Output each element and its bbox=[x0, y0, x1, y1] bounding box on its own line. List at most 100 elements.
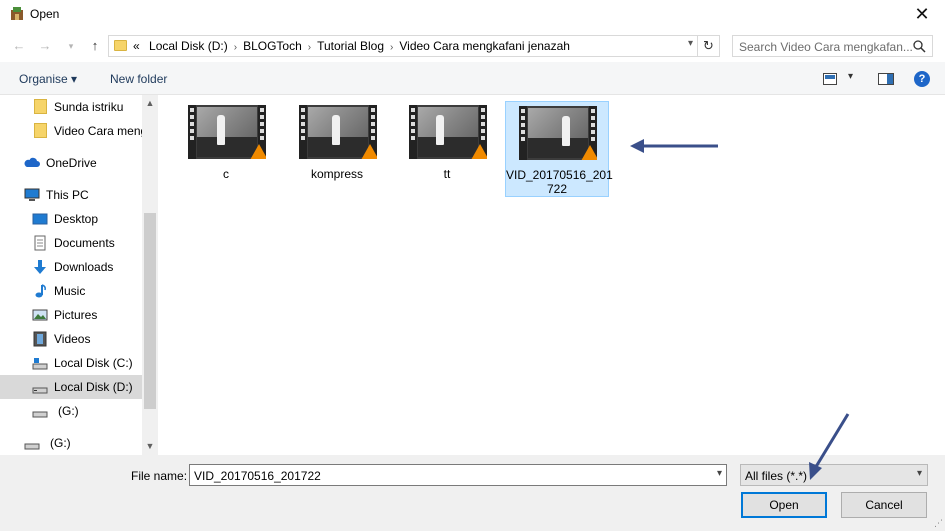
sidebar-item-desktop[interactable]: Desktop bbox=[0, 207, 142, 231]
video-thumbnail bbox=[519, 106, 597, 160]
sidebar-item-label: (G:) bbox=[50, 436, 71, 450]
annotation-arrow-icon bbox=[630, 139, 718, 153]
file-type-value: All files (*.*) bbox=[745, 469, 808, 483]
sidebar-item-label: Music bbox=[54, 284, 86, 298]
breadcrumb-overflow[interactable]: « bbox=[133, 39, 140, 53]
file-name: c bbox=[223, 167, 229, 181]
app-icon bbox=[11, 7, 23, 20]
documents-icon bbox=[34, 235, 46, 251]
sidebar-item-documents[interactable]: Documents bbox=[0, 231, 142, 255]
organise-button[interactable]: Organise ▾ bbox=[19, 72, 77, 86]
chevron-right-icon[interactable]: › bbox=[308, 42, 311, 53]
open-button[interactable]: Open bbox=[741, 492, 827, 518]
chevron-down-icon[interactable]: ▾ bbox=[717, 468, 722, 479]
close-icon: ✕ bbox=[914, 4, 930, 24]
breadcrumb: « Local Disk (D:) › BLOGToch › Tutorial Blog… bbox=[133, 39, 570, 53]
back-arrow-icon[interactable]: ← bbox=[10, 38, 28, 54]
download-icon bbox=[34, 260, 46, 274]
vlc-cone-icon bbox=[250, 144, 266, 159]
drive-icon bbox=[32, 411, 48, 418]
navigation-pane: Sunda istriku Video Cara meng OneDrive T… bbox=[0, 95, 158, 455]
sidebar-item-label: Local Disk (C:) bbox=[54, 356, 133, 370]
sidebar-item-label: Downloads bbox=[54, 260, 114, 274]
resize-grip-icon[interactable]: ⋰ bbox=[934, 518, 943, 529]
vlc-cone-icon bbox=[581, 145, 597, 160]
sidebar-item-music[interactable]: Music bbox=[0, 279, 142, 303]
folder-icon bbox=[34, 99, 47, 114]
sidebar-item-label: Videos bbox=[54, 332, 91, 346]
file-name-value: VID_20170516_201722 bbox=[194, 469, 321, 483]
pictures-icon bbox=[32, 309, 48, 321]
help-icon[interactable]: ? bbox=[914, 71, 930, 87]
chevron-right-icon[interactable]: › bbox=[234, 42, 237, 53]
close-button[interactable]: ✕ bbox=[899, 0, 945, 30]
sidebar-scrollbar[interactable]: ▲ ▼ bbox=[142, 95, 158, 455]
desktop-icon bbox=[32, 213, 48, 225]
video-thumbnail bbox=[188, 105, 266, 159]
sidebar-item-downloads[interactable]: Downloads bbox=[0, 255, 142, 279]
sidebar-item-sunda-istriku[interactable]: Sunda istriku bbox=[0, 95, 142, 119]
search-placeholder: Search Video Cara mengkafan... bbox=[739, 40, 913, 54]
drive-icon bbox=[32, 387, 48, 394]
up-arrow-icon[interactable]: ↑ bbox=[86, 38, 104, 54]
search-input[interactable]: Search Video Cara mengkafan... bbox=[732, 35, 933, 57]
window-title: Open bbox=[30, 7, 60, 21]
file-name: VID_20170516_201 722 bbox=[506, 168, 613, 196]
folder-icon bbox=[114, 40, 127, 51]
file-name: tt bbox=[443, 167, 451, 181]
chevron-up-icon[interactable]: ▲ bbox=[142, 98, 158, 108]
chevron-right-icon[interactable]: › bbox=[390, 42, 393, 53]
video-thumbnail bbox=[409, 105, 487, 159]
sidebar-item-local-disk-c[interactable]: Local Disk (C:) bbox=[0, 351, 142, 375]
folder-icon bbox=[34, 123, 47, 138]
file-item-selected[interactable]: VID_20170516_201 722 bbox=[505, 101, 613, 197]
chevron-down-icon[interactable]: ▼ bbox=[142, 441, 158, 451]
vlc-cone-icon bbox=[361, 144, 377, 159]
sidebar-item-label: Video Cara meng bbox=[54, 124, 142, 138]
sidebar-item-label: Documents bbox=[54, 236, 115, 250]
sidebar-item-label: Pictures bbox=[54, 308, 98, 322]
file-name-line1: VID_20170516_201 bbox=[506, 168, 613, 182]
view-chevron-down-icon[interactable]: ▾ bbox=[848, 71, 853, 82]
file-name-line2: 722 bbox=[546, 182, 568, 196]
file-name-field[interactable]: VID_20170516_201722 ▾ bbox=[189, 464, 727, 486]
sidebar-item-drive-g[interactable]: (G:) bbox=[0, 399, 142, 423]
sidebar-item-drive-g-root[interactable]: (G:) bbox=[0, 431, 142, 455]
sidebar-item-label: Local Disk (D:) bbox=[54, 380, 133, 394]
new-folder-button[interactable]: New folder bbox=[110, 72, 167, 86]
sidebar-item-local-disk-d[interactable]: Local Disk (D:) bbox=[0, 375, 142, 399]
file-name-label: File name: bbox=[131, 469, 188, 483]
breadcrumb-blogtoch[interactable]: BLOGToch bbox=[243, 39, 302, 53]
refresh-icon[interactable]: ↻ bbox=[697, 36, 719, 56]
breadcrumb-tutorial-blog[interactable]: Tutorial Blog bbox=[317, 39, 384, 53]
drive-icon bbox=[32, 358, 48, 370]
scrollbar-thumb[interactable] bbox=[144, 213, 156, 409]
chevron-down-icon[interactable]: ▾ bbox=[917, 468, 922, 479]
address-bar[interactable]: « Local Disk (D:) › BLOGToch › Tutorial Blog… bbox=[108, 35, 720, 57]
file-item[interactable]: kompress bbox=[286, 101, 390, 197]
file-item[interactable]: c bbox=[175, 101, 279, 197]
preview-pane-icon[interactable] bbox=[878, 73, 894, 85]
chevron-down-icon[interactable]: ▾ bbox=[688, 38, 693, 49]
videos-icon bbox=[33, 331, 47, 347]
view-options-icon[interactable] bbox=[823, 73, 837, 85]
sidebar-item-pictures[interactable]: Pictures bbox=[0, 303, 142, 327]
sidebar-item-label: (G:) bbox=[58, 404, 79, 418]
annotation-arrow-icon bbox=[809, 413, 850, 480]
cloud-icon bbox=[24, 157, 40, 167]
sidebar-item-onedrive[interactable]: OneDrive bbox=[0, 151, 142, 175]
file-list: c kompress tt VID_20170516_201 722 bbox=[158, 95, 945, 455]
breadcrumb-local-disk-d[interactable]: Local Disk (D:) bbox=[149, 39, 228, 53]
cancel-button[interactable]: Cancel bbox=[841, 492, 927, 518]
file-name: kompress bbox=[310, 167, 363, 181]
computer-icon bbox=[24, 188, 40, 201]
video-thumbnail bbox=[299, 105, 377, 159]
sidebar-item-videos[interactable]: Videos bbox=[0, 327, 142, 351]
sidebar-item-this-pc[interactable]: This PC bbox=[0, 183, 142, 207]
sidebar-item-video-cara[interactable]: Video Cara meng bbox=[0, 119, 142, 143]
breadcrumb-current-folder[interactable]: Video Cara mengkafani jenazah bbox=[399, 39, 570, 53]
file-item[interactable]: tt bbox=[396, 101, 500, 197]
forward-arrow-icon[interactable]: → bbox=[36, 38, 54, 54]
recent-chevron-down-icon[interactable]: ▾ bbox=[62, 38, 80, 54]
music-icon bbox=[35, 284, 46, 298]
